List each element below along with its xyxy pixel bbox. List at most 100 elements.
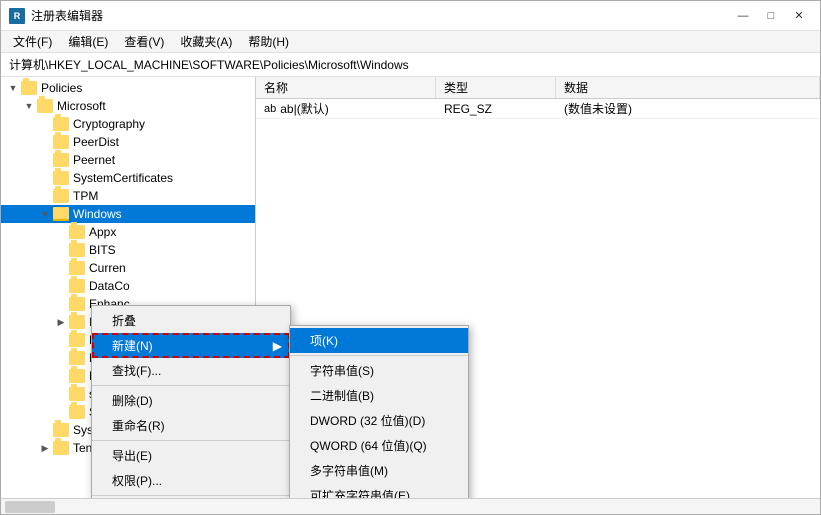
bottom-scrollbar	[1, 498, 820, 514]
folder-icon-enhancedstorage	[69, 297, 85, 311]
tree-item-policies[interactable]: ▼ Policies	[1, 79, 255, 97]
tree-toggle-microsoft[interactable]: ▼	[21, 98, 37, 114]
tree-item-peernet[interactable]: Peernet	[1, 151, 255, 169]
folder-icon-systemcerts	[53, 171, 69, 185]
cell-type-default: REG_SZ	[436, 99, 556, 118]
col-header-type: 类型	[436, 77, 556, 98]
close-button[interactable]: ✕	[786, 6, 812, 26]
folder-icon-cryptography	[53, 117, 69, 131]
list-row-default[interactable]: ab ab|(默认) REG_SZ (数值未设置)	[256, 99, 820, 119]
folder-icon-windows	[53, 207, 69, 221]
tree-label-microsoft: Microsoft	[57, 99, 106, 113]
submenu-item-binary[interactable]: 二进制值(B)	[290, 383, 468, 408]
tree-item-tpm[interactable]: TPM	[1, 187, 255, 205]
address-text: 计算机\HKEY_LOCAL_MACHINE\SOFTWARE\Policies…	[9, 56, 409, 73]
minimize-button[interactable]: —	[730, 6, 756, 26]
ctx-item-collapse[interactable]: 折叠	[92, 308, 290, 333]
tree-toggle-windows[interactable]: ▼	[37, 206, 53, 222]
cell-data-default: (数值未设置)	[556, 99, 820, 118]
menu-file[interactable]: 文件(F)	[5, 31, 60, 52]
col-header-data: 数据	[556, 77, 820, 98]
menu-bar: 文件(F) 编辑(E) 查看(V) 收藏夹(A) 帮助(H)	[1, 31, 820, 53]
ctx-item-export[interactable]: 导出(E)	[92, 443, 290, 468]
cell-name-default: ab ab|(默认)	[256, 99, 436, 118]
folder-icon-tpm	[53, 189, 69, 203]
ctx-separator-2	[92, 440, 290, 441]
tree-item-systemcerts[interactable]: SystemCertificates	[1, 169, 255, 187]
folder-icon-microsoft	[37, 99, 53, 113]
tree-toggle-tenantrestrictions[interactable]: ▶	[37, 440, 53, 456]
folder-icon-system	[53, 423, 69, 437]
tree-label-tpm: TPM	[73, 189, 98, 203]
folder-icon-settingsync	[69, 405, 85, 419]
folder-icon-policies	[21, 81, 37, 95]
menu-edit[interactable]: 编辑(E)	[60, 31, 116, 52]
ctx-new-arrow: ▶	[273, 339, 282, 353]
ctx-separator-1	[92, 385, 290, 386]
folder-icon-peernet	[53, 153, 69, 167]
tree-label-bits: BITS	[89, 243, 116, 257]
folder-icon-tenantrestrictions	[53, 441, 69, 455]
list-header: 名称 类型 数据	[256, 77, 820, 99]
submenu-item-key[interactable]: 项(K)	[290, 328, 468, 353]
tree-item-windows[interactable]: ▼ Windows	[1, 205, 255, 223]
col-header-name: 名称	[256, 77, 436, 98]
default-value-icon: ab	[264, 103, 276, 115]
window-title: 注册表编辑器	[31, 7, 103, 24]
folder-icon-appx	[69, 225, 85, 239]
tree-label-cryptography: Cryptography	[73, 117, 145, 131]
folder-icon-peerdist	[53, 135, 69, 149]
folder-icon-network1	[69, 333, 85, 347]
ctx-item-delete[interactable]: 删除(D)	[92, 388, 290, 413]
ctx-new-label: 新建(N)	[112, 337, 153, 354]
tree-label-systemcerts: SystemCertificates	[73, 171, 173, 185]
submenu-item-expandstring[interactable]: 可扩充字符串值(E)	[290, 483, 468, 498]
tree-item-appx[interactable]: Appx	[1, 223, 255, 241]
ctx-item-new[interactable]: 新建(N) ▶	[92, 333, 290, 358]
context-menu: 折叠 新建(N) ▶ 查找(F)... 删除(D) 重命名(R) 导出(E) 权…	[91, 305, 291, 498]
folder-icon-network2	[69, 351, 85, 365]
folder-icon-network3	[69, 369, 85, 383]
tree-label-policies: Policies	[41, 81, 82, 95]
ctx-item-find[interactable]: 查找(F)...	[92, 358, 290, 383]
tree-item-currentversion[interactable]: Curren	[1, 259, 255, 277]
ctx-item-rename[interactable]: 重命名(R)	[92, 413, 290, 438]
submenu-item-dword[interactable]: DWORD (32 位值)(D)	[290, 408, 468, 433]
submenu-separator	[290, 355, 468, 356]
tree-label-peerdist: PeerDist	[73, 135, 119, 149]
title-controls: — □ ✕	[730, 6, 812, 26]
main-content: ▼ Policies ▼ Microsoft Cryptography Peer	[1, 77, 820, 498]
ctx-item-permissions[interactable]: 权限(P)...	[92, 468, 290, 493]
default-value-label: ab|(默认)	[280, 100, 328, 117]
tree-item-microsoft[interactable]: ▼ Microsoft	[1, 97, 255, 115]
maximize-button[interactable]: □	[758, 6, 784, 26]
menu-view[interactable]: 查看(V)	[116, 31, 172, 52]
tree-item-bits[interactable]: BITS	[1, 241, 255, 259]
ctx-separator-3	[92, 495, 290, 496]
address-bar: 计算机\HKEY_LOCAL_MACHINE\SOFTWARE\Policies…	[1, 53, 820, 77]
folder-icon-ipsec	[69, 315, 85, 329]
tree-toggle-policies[interactable]: ▼	[5, 80, 21, 96]
tree-item-peerdist[interactable]: PeerDist	[1, 133, 255, 151]
tree-label-currentversion: Curren	[89, 261, 126, 275]
folder-icon-safer	[69, 387, 85, 401]
submenu: 项(K) 字符串值(S) 二进制值(B) DWORD (32 位值)(D) QW…	[289, 325, 469, 498]
submenu-item-multistring[interactable]: 多字符串值(M)	[290, 458, 468, 483]
tree-item-datacollection[interactable]: DataCo	[1, 277, 255, 295]
scroll-thumb[interactable]	[5, 501, 55, 513]
folder-icon-bits	[69, 243, 85, 257]
tree-label-peernet: Peernet	[73, 153, 115, 167]
tree-label-appx: Appx	[89, 225, 116, 239]
title-bar: R 注册表编辑器 — □ ✕	[1, 1, 820, 31]
tree-item-cryptography[interactable]: Cryptography	[1, 115, 255, 133]
title-bar-left: R 注册表编辑器	[9, 7, 103, 24]
menu-help[interactable]: 帮助(H)	[240, 31, 297, 52]
menu-favorites[interactable]: 收藏夹(A)	[172, 31, 240, 52]
app-icon: R	[9, 8, 25, 24]
submenu-item-string[interactable]: 字符串值(S)	[290, 358, 468, 383]
folder-icon-datacollection	[69, 279, 85, 293]
tree-label-datacollection: DataCo	[89, 279, 130, 293]
submenu-item-qword[interactable]: QWORD (64 位值)(Q)	[290, 433, 468, 458]
tree-toggle-ipsec[interactable]: ▶	[53, 314, 69, 330]
folder-icon-currentversion	[69, 261, 85, 275]
